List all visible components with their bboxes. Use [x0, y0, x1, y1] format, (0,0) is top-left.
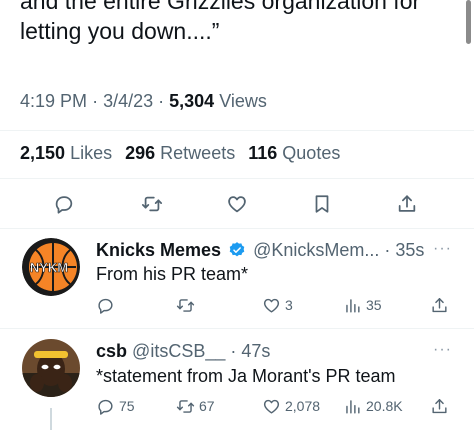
retweets-stat[interactable]: 296 Retweets [125, 143, 235, 163]
scrollbar[interactable] [466, 0, 471, 44]
avatar[interactable] [22, 339, 80, 397]
more-icon[interactable]: ··· [433, 341, 452, 359]
like-icon[interactable] [221, 188, 253, 220]
divider [0, 178, 474, 179]
share-icon [432, 297, 447, 312]
meta-dot: · [92, 91, 104, 111]
share-icon [432, 398, 447, 413]
meta-dot: · [158, 91, 170, 111]
reply-icon [98, 298, 113, 314]
reply-text: *statement from Ja Morant's PR team [96, 366, 396, 386]
share-action[interactable] [430, 395, 453, 417]
views-count: 5,304 [169, 91, 215, 111]
verified-badge-icon [229, 242, 245, 257]
reply-count: 75 [119, 398, 135, 414]
like-icon [263, 399, 280, 414]
more-icon[interactable]: ··· [433, 240, 452, 258]
tweet-actions [0, 188, 474, 220]
views-action[interactable]: 35 [343, 294, 382, 316]
like-count: 2,078 [285, 398, 321, 414]
views-action[interactable]: 20.8K [343, 395, 403, 417]
retweet-icon [176, 298, 195, 312]
view-count: 35 [366, 297, 382, 313]
divider [0, 328, 474, 329]
likes-stat[interactable]: 2,150 Likes [20, 143, 112, 163]
like-action[interactable]: 2,078 [262, 395, 320, 417]
share-icon[interactable] [391, 188, 423, 220]
reply-handle[interactable]: @itsCSB__ [132, 341, 225, 361]
tweet-date[interactable]: 3/4/23 [103, 91, 153, 111]
reply-handle[interactable]: @KnicksMem... [253, 240, 379, 260]
divider [0, 130, 474, 131]
meta-dot: · [379, 240, 396, 260]
view-count: 20.8K [366, 398, 403, 414]
thread-line [50, 408, 52, 430]
avatar-logo-text: NYKM [30, 260, 68, 275]
retweet-action[interactable] [176, 294, 199, 316]
divider [0, 228, 474, 229]
retweet-action[interactable]: 67 [176, 395, 215, 417]
views-label: Views [219, 91, 267, 111]
retweet-icon[interactable] [136, 188, 168, 220]
tweet-stats: 2,150 Likes 296 Retweets 116 Quotes [20, 143, 348, 164]
reply-icon[interactable] [48, 188, 80, 220]
tweet-text: and the entire Grizzlies organization fo… [20, 0, 421, 44]
views-icon [346, 399, 360, 414]
reply-author-name[interactable]: csb [96, 341, 127, 361]
bookmark-icon[interactable] [306, 188, 338, 220]
reply-header: csb @itsCSB__ · 47s [96, 341, 270, 362]
reply-time[interactable]: 35s [395, 240, 424, 260]
reply-icon [98, 399, 113, 415]
like-count: 3 [285, 297, 293, 313]
reply-time[interactable]: 47s [241, 341, 270, 361]
reply-header: Knicks Memes @KnicksMem... · 35s [96, 240, 424, 261]
retweet-count: 67 [199, 398, 215, 414]
tweet-meta: 4:19 PM · 3/4/23 · 5,304 Views [20, 91, 267, 112]
meta-dot: · [225, 341, 242, 361]
retweet-icon [176, 399, 195, 413]
like-action[interactable]: 3 [262, 294, 293, 316]
quotes-stat[interactable]: 116 Quotes [248, 143, 340, 163]
tweet-time[interactable]: 4:19 PM [20, 91, 87, 111]
share-action[interactable] [430, 294, 453, 316]
reply-action[interactable]: 75 [96, 395, 135, 417]
reply-text: From his PR team* [96, 264, 249, 284]
views-icon [346, 298, 360, 313]
reply-action[interactable] [96, 294, 119, 316]
reply-author-name[interactable]: Knicks Memes [96, 240, 221, 260]
avatar[interactable]: NYKM [22, 238, 80, 296]
like-icon [263, 298, 280, 313]
